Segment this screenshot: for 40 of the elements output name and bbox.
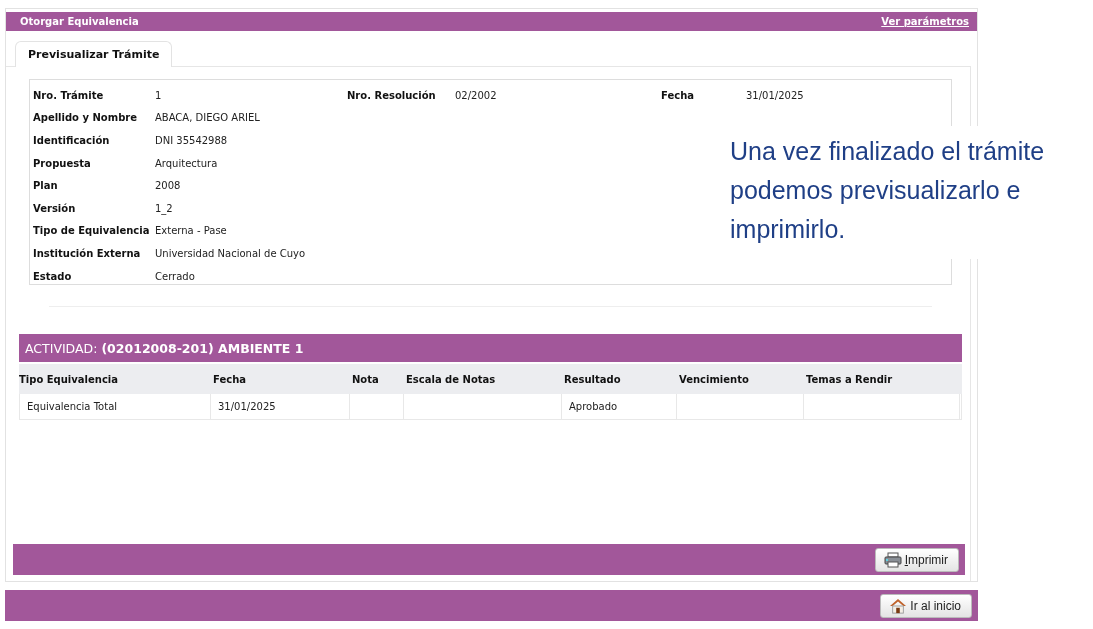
table-cell: Aprobado bbox=[562, 394, 677, 419]
parameters-link[interactable]: Ver parámetros bbox=[881, 16, 969, 27]
field-value: 31/01/2025 bbox=[746, 89, 804, 101]
column-header: Temas a Rendir bbox=[805, 373, 894, 385]
field-value: 02/2002 bbox=[455, 89, 498, 101]
field-label: Plan bbox=[33, 180, 59, 192]
field-label: Versión bbox=[33, 202, 77, 214]
activity-title: ACTIVIDAD: (02012008-201) AMBIENTE 1 bbox=[25, 340, 304, 356]
field-label: Tipo de Equivalencia bbox=[33, 225, 151, 237]
field-label: Nro. Resolución bbox=[347, 89, 437, 101]
field-label: Fecha bbox=[661, 89, 695, 101]
field-value: Externa - Pase bbox=[155, 225, 228, 237]
column-header: Fecha bbox=[212, 373, 247, 385]
column-header: Vencimiento bbox=[678, 373, 750, 385]
table-cell: 31/01/2025 bbox=[211, 394, 350, 419]
field-value: 2008 bbox=[155, 180, 182, 192]
field-value: Arquitectura bbox=[155, 157, 219, 169]
field-value: 1_2 bbox=[155, 202, 174, 214]
printer-icon bbox=[883, 551, 902, 568]
page-title: Otorgar Equivalencia bbox=[20, 16, 139, 27]
field-label: Apellido y Nombre bbox=[33, 112, 138, 124]
column-header: Nota bbox=[351, 373, 380, 385]
column-header: Escala de Notas bbox=[405, 373, 497, 385]
tab[interactable]: Previsualizar Trámite bbox=[15, 41, 173, 67]
house-icon bbox=[889, 597, 908, 614]
field-value: DNI 35542988 bbox=[155, 135, 229, 146]
field-value: Cerrado bbox=[155, 270, 196, 282]
print-button[interactable]: Imprimir bbox=[874, 547, 959, 572]
table-cell: Equivalencia Total bbox=[20, 394, 211, 419]
field-label: Estado bbox=[33, 270, 73, 282]
field-value: 1 bbox=[155, 89, 163, 101]
field-label: Nro. Trámite bbox=[33, 89, 105, 101]
field-label: Institución Externa bbox=[33, 247, 142, 259]
home-button[interactable]: Ir al inicio bbox=[880, 593, 972, 618]
column-header: Tipo Equivalencia bbox=[19, 373, 119, 385]
column-header: Resultado bbox=[563, 373, 622, 385]
field-label: Propuesta bbox=[33, 157, 92, 169]
field-value: Universidad Nacional de Cuyo bbox=[155, 247, 307, 259]
field-value: ABACA, DIEGO ARIEL bbox=[155, 112, 261, 124]
field-label: Identificación bbox=[33, 135, 111, 146]
